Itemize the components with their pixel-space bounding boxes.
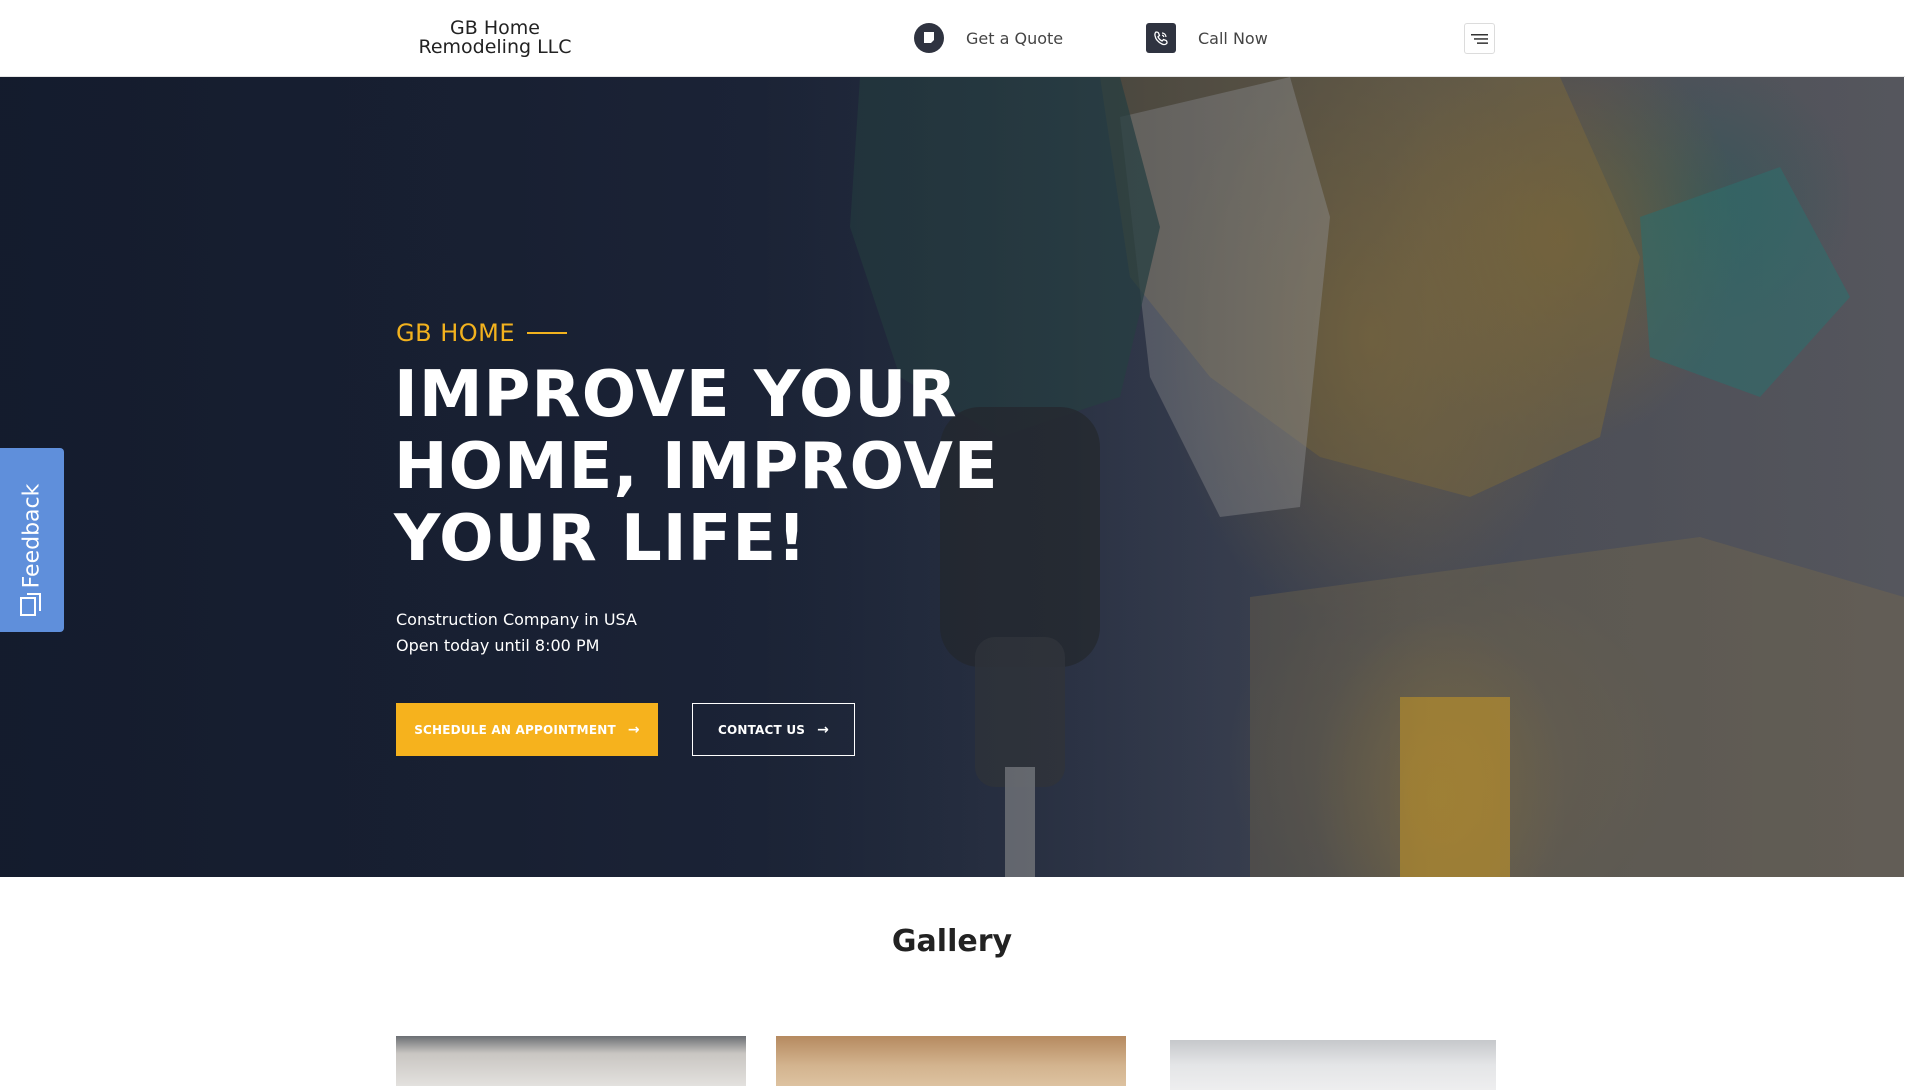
hamburger-icon [1471, 33, 1488, 44]
site-logo[interactable]: GB Home Remodeling LLC [395, 19, 595, 57]
hero-headline: IMPROVE YOUR HOME, IMPROVE YOUR LIFE! [394, 359, 1014, 575]
schedule-appointment-button[interactable]: SCHEDULE AN APPOINTMENT → [396, 703, 658, 756]
eyebrow-divider [527, 332, 567, 334]
contact-us-button[interactable]: CONTACT US → [692, 703, 855, 756]
hero-subtext-line-2: Open today until 8:00 PM [396, 636, 600, 655]
hero-eyebrow: GB HOME [396, 319, 567, 347]
feedback-tab[interactable]: Feedback [0, 448, 64, 632]
hero-section: GB HOME IMPROVE YOUR HOME, IMPROVE YOUR … [0, 77, 1904, 877]
logo-line-2: Remodeling LLC [418, 36, 572, 58]
headline-line-2: HOME, IMPROVE [394, 430, 999, 504]
call-now-label: Call Now [1198, 28, 1268, 48]
quote-icon [914, 23, 944, 53]
arrow-right-icon: → [817, 721, 830, 738]
phone-icon [1146, 23, 1176, 53]
get-a-quote-link[interactable]: Get a Quote [914, 20, 1063, 56]
headline-line-3: YOUR LIFE! [394, 502, 808, 576]
get-a-quote-label: Get a Quote [966, 28, 1064, 48]
headline-line-1: IMPROVE YOUR [394, 358, 958, 432]
menu-button[interactable] [1464, 23, 1495, 54]
hero-subtext: Construction Company in USA Open today u… [396, 607, 637, 659]
contact-us-label: CONTACT US [717, 722, 806, 737]
site-header: GB Home Remodeling LLC Get a Quote Call … [0, 0, 1905, 77]
gallery-image-3[interactable] [1170, 1040, 1496, 1090]
gallery-image-1[interactable] [396, 1036, 746, 1086]
call-now-link[interactable]: Call Now [1146, 20, 1268, 56]
hero-eyebrow-text: GB HOME [396, 319, 515, 347]
feedback-label: Feedback [19, 483, 45, 589]
feedback-icon [20, 593, 41, 616]
arrow-right-icon: → [627, 721, 640, 738]
gallery-image-2[interactable] [776, 1036, 1126, 1086]
hero-subtext-line-1: Construction Company in USA [396, 610, 637, 629]
schedule-appointment-label: SCHEDULE AN APPOINTMENT [414, 722, 616, 737]
gallery-title: Gallery [891, 924, 1013, 959]
